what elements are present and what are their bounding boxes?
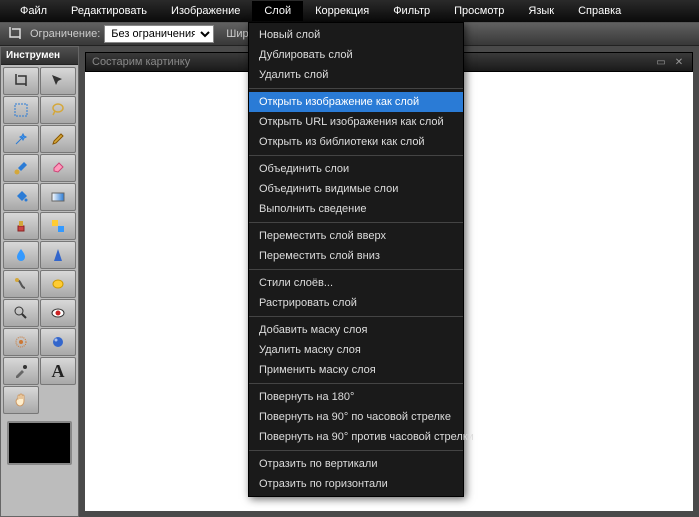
eyedropper-tool[interactable] [3,357,39,385]
menu-item[interactable]: Стили слоёв... [249,273,463,293]
menubar-item-фильтр[interactable]: Фильтр [381,1,442,21]
bloat-tool[interactable] [40,328,76,356]
brush-tool[interactable] [3,154,39,182]
crop-tool[interactable] [3,67,39,95]
menu-item[interactable]: Объединить видимые слои [249,179,463,199]
menu-item[interactable]: Выполнить сведение [249,199,463,219]
close-icon[interactable]: ✕ [672,55,686,69]
menu-item[interactable]: Повернуть на 90° против часовой стрелки [249,427,463,447]
menubar-item-язык[interactable]: Язык [516,1,566,21]
gradient-tool[interactable] [40,183,76,211]
menu-item[interactable]: Добавить маску слоя [249,320,463,340]
replace-color-tool[interactable] [40,212,76,240]
dodge-tool[interactable] [3,299,39,327]
sharpen-tool[interactable] [40,241,76,269]
bucket-tool[interactable] [3,183,39,211]
wand-tool[interactable] [3,125,39,153]
foreground-color[interactable] [7,421,72,465]
menubar-item-файл[interactable]: Файл [8,1,59,21]
menu-separator [249,222,463,223]
constraint-select[interactable]: Без ограничения [104,25,214,43]
menu-item[interactable]: Применить маску слоя [249,360,463,380]
menu-item[interactable]: Новый слой [249,25,463,45]
menu-separator [249,450,463,451]
menu-item[interactable]: Повернуть на 180° [249,387,463,407]
menubar-item-коррекция[interactable]: Коррекция [303,1,381,21]
move-tool[interactable] [40,67,76,95]
tools-panel: Инструмен A [0,46,79,517]
constraint-label: Ограничение: [30,28,100,40]
layer-menu-dropdown: Новый слойДублировать слойУдалить слой От… [248,22,464,497]
menu-item[interactable]: Удалить маску слоя [249,340,463,360]
menu-item[interactable]: Повернуть на 90° по часовой стрелке [249,407,463,427]
blur-tool[interactable] [3,241,39,269]
crop-icon [6,25,24,43]
marquee-tool[interactable] [3,96,39,124]
menu-item[interactable]: Переместить слой вверх [249,226,463,246]
menu-item[interactable]: Растрировать слой [249,293,463,313]
hand-tool[interactable] [3,386,39,414]
menubar-item-изображение[interactable]: Изображение [159,1,252,21]
spot-heal-tool[interactable] [3,328,39,356]
menubar-item-слой[interactable]: Слой [252,1,303,21]
menu-item[interactable]: Открыть из библиотеки как слой [249,132,463,152]
type-tool[interactable]: A [40,357,76,385]
tools-panel-title: Инструмен [1,47,78,65]
lasso-tool[interactable] [40,96,76,124]
menu-item[interactable]: Удалить слой [249,65,463,85]
clone-tool[interactable] [3,212,39,240]
menu-item[interactable]: Отразить по горизонтали [249,474,463,494]
menubar-item-редактировать[interactable]: Редактировать [59,1,159,21]
menu-item[interactable]: Отразить по вертикали [249,454,463,474]
maximize-icon[interactable]: ▭ [654,55,668,69]
menu-item[interactable]: Открыть изображение как слой [249,92,463,112]
eraser-tool[interactable] [40,154,76,182]
menu-separator [249,269,463,270]
menu-item[interactable]: Дублировать слой [249,45,463,65]
menu-separator [249,88,463,89]
menu-separator [249,383,463,384]
menubar-item-просмотр[interactable]: Просмотр [442,1,516,21]
pencil-tool[interactable] [40,125,76,153]
menubar-item-справка[interactable]: Справка [566,1,633,21]
menubar: ФайлРедактироватьИзображениеСлойКоррекци… [0,0,699,22]
menu-item[interactable]: Открыть URL изображения как слой [249,112,463,132]
menu-separator [249,155,463,156]
smudge-tool[interactable] [3,270,39,298]
menu-item[interactable]: Объединить слои [249,159,463,179]
menu-separator [249,316,463,317]
redeye-tool[interactable] [40,299,76,327]
menu-item[interactable]: Переместить слой вниз [249,246,463,266]
tools-grid: A [1,65,78,473]
sponge-tool[interactable] [40,270,76,298]
